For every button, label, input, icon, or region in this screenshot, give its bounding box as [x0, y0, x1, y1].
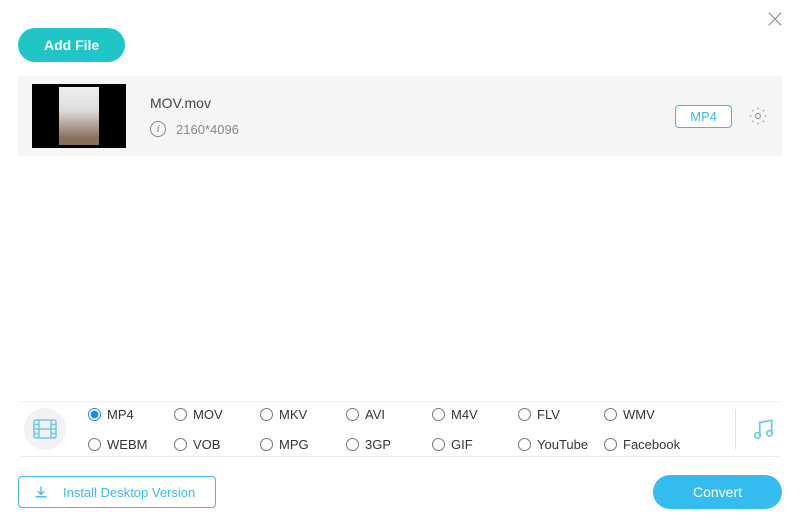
format-option-avi[interactable]: AVI — [346, 402, 432, 426]
install-desktop-label: Install Desktop Version — [63, 485, 195, 500]
format-label: YouTube — [537, 437, 588, 452]
format-option-mov[interactable]: MOV — [174, 402, 260, 426]
format-option-youtube[interactable]: YouTube — [518, 432, 604, 456]
format-radio[interactable] — [432, 438, 445, 451]
format-radio[interactable] — [604, 438, 617, 451]
separator — [735, 409, 736, 449]
format-radio[interactable] — [346, 438, 359, 451]
format-label: 3GP — [365, 437, 391, 452]
format-radio[interactable] — [432, 408, 445, 421]
file-thumbnail — [32, 84, 126, 148]
format-label: AVI — [365, 407, 385, 422]
format-label: Facebook — [623, 437, 680, 452]
format-option-vob[interactable]: VOB — [174, 432, 260, 456]
format-option-mp4[interactable]: MP4 — [88, 402, 174, 426]
convert-button[interactable]: Convert — [653, 475, 782, 509]
format-label: VOB — [193, 437, 220, 452]
format-option-facebook[interactable]: Facebook — [604, 432, 690, 456]
format-label: MOV — [193, 407, 223, 422]
format-radio[interactable] — [174, 408, 187, 421]
format-label: WMV — [623, 407, 655, 422]
format-option-gif[interactable]: GIF — [432, 432, 518, 456]
install-desktop-button[interactable]: Install Desktop Version — [18, 476, 216, 508]
format-selector: MP4 MOV MKV AVI M4V FLV WMV WEBM VOB MPG 3GP GIF You… — [18, 401, 782, 457]
format-option-mpg[interactable]: MPG — [260, 432, 346, 456]
format-radio[interactable] — [260, 438, 273, 451]
format-radio[interactable] — [88, 438, 101, 451]
download-icon — [33, 484, 49, 500]
close-button[interactable] — [766, 10, 786, 30]
format-radio[interactable] — [346, 408, 359, 421]
format-label: MKV — [279, 407, 307, 422]
format-option-3gp[interactable]: 3GP — [346, 432, 432, 456]
format-radio[interactable] — [88, 408, 101, 421]
file-name: MOV.mov — [150, 95, 239, 111]
format-radio[interactable] — [518, 408, 531, 421]
file-resolution: 2160*4096 — [176, 122, 239, 137]
format-label: WEBM — [107, 437, 147, 452]
format-radio[interactable] — [260, 408, 273, 421]
format-option-flv[interactable]: FLV — [518, 402, 604, 426]
format-label: MPG — [279, 437, 309, 452]
file-target-format-button[interactable]: MP4 — [675, 105, 732, 128]
audio-tab-icon[interactable] — [750, 416, 776, 442]
format-option-mkv[interactable]: MKV — [260, 402, 346, 426]
file-meta: MOV.mov i 2160*4096 — [150, 95, 239, 137]
format-radio[interactable] — [518, 438, 531, 451]
info-icon[interactable]: i — [150, 121, 166, 137]
format-label: M4V — [451, 407, 478, 422]
format-option-webm[interactable]: WEBM — [88, 432, 174, 456]
format-label: FLV — [537, 407, 560, 422]
settings-icon[interactable] — [748, 106, 768, 126]
format-label: GIF — [451, 437, 473, 452]
file-row: MOV.mov i 2160*4096 MP4 — [18, 76, 782, 156]
format-radio[interactable] — [174, 438, 187, 451]
video-tab-icon[interactable] — [24, 408, 66, 450]
format-option-m4v[interactable]: M4V — [432, 402, 518, 426]
format-label: MP4 — [107, 407, 134, 422]
format-radio[interactable] — [604, 408, 617, 421]
format-option-wmv[interactable]: WMV — [604, 402, 690, 426]
add-file-button[interactable]: Add File — [18, 28, 125, 62]
